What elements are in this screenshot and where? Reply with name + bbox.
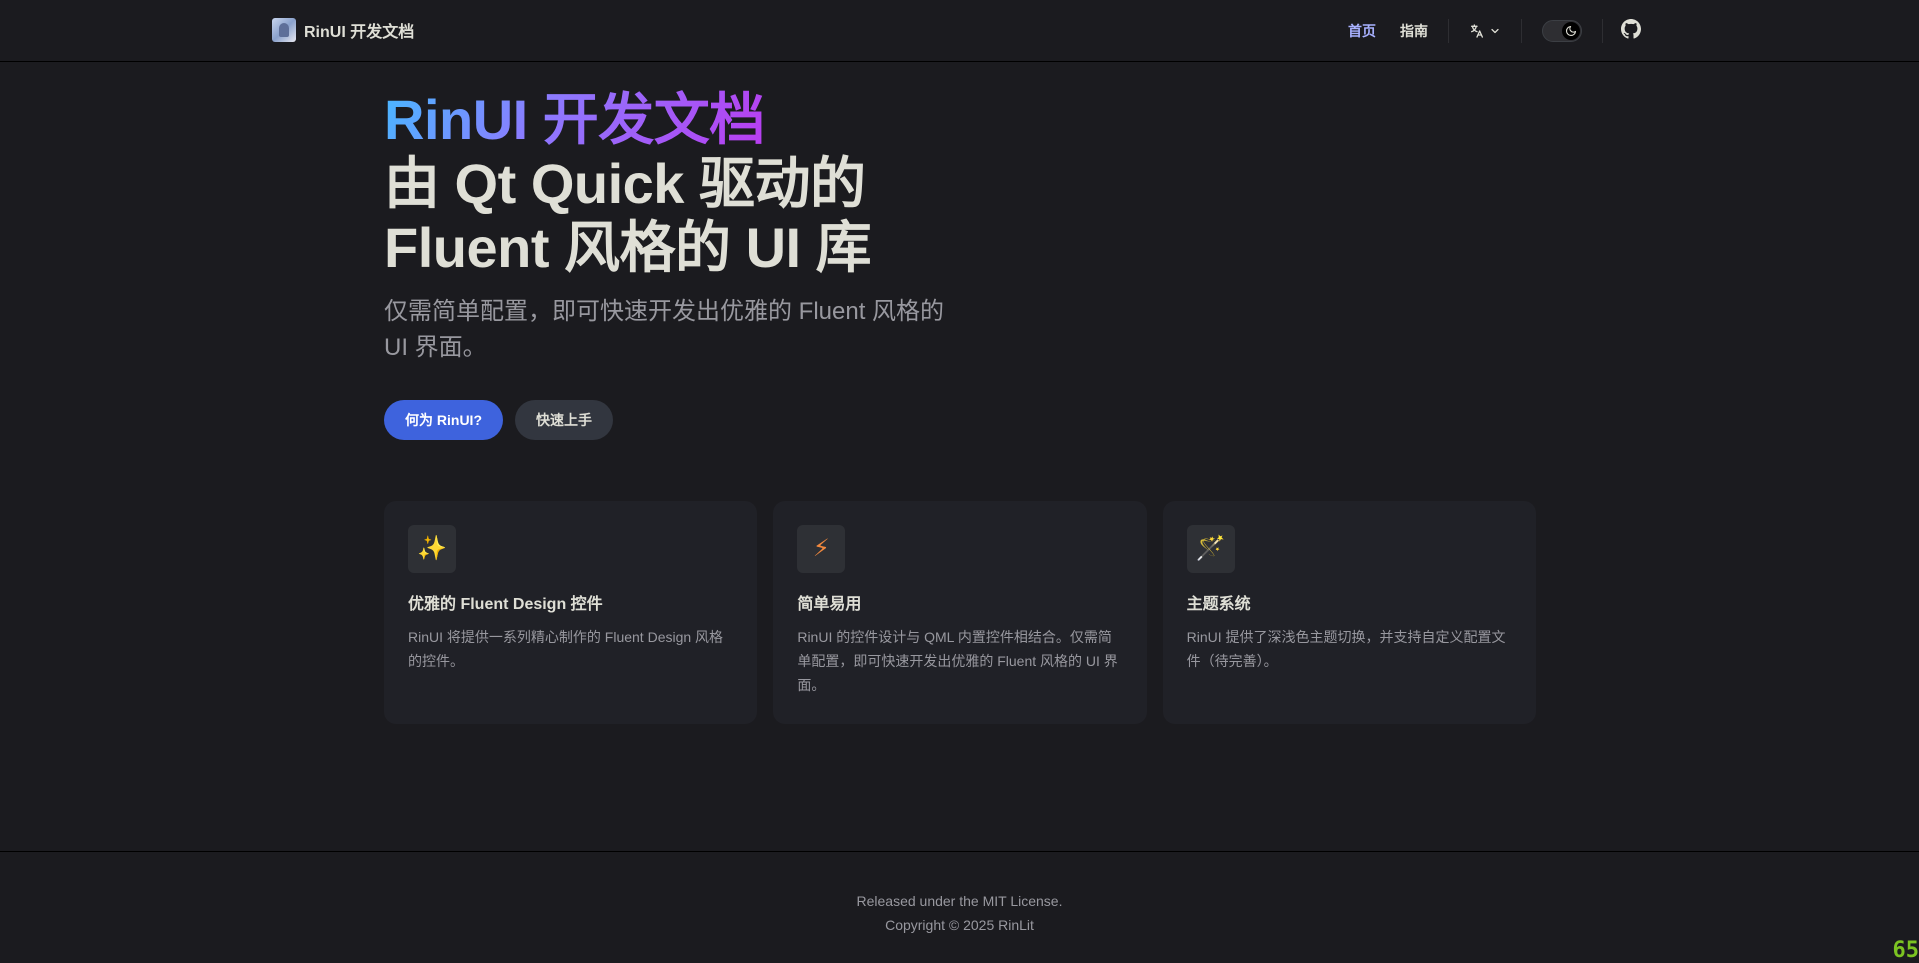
nav-link-guide[interactable]: 指南 — [1388, 0, 1440, 62]
theme-toggle-switch[interactable] — [1542, 20, 1582, 42]
brand-logo — [272, 18, 296, 42]
features-section: ✨ 优雅的 Fluent Design 控件 RinUI 将提供一系列精心制作的… — [384, 501, 1536, 724]
feature-details: RinUI 的控件设计与 QML 内置控件相结合。仅需简单配置，即可快速开发出优… — [797, 625, 1122, 697]
corner-counter-badge: 65 — [1893, 938, 1919, 963]
brand-title: RinUI 开发文档 — [304, 18, 414, 42]
language-menu-button[interactable] — [1457, 11, 1513, 51]
hero-name: RinUI 开发文档 — [384, 88, 765, 152]
brand-home-link[interactable]: RinUI 开发文档 — [272, 18, 414, 42]
footer-copyright: Copyright © 2025 RinLit — [0, 913, 1919, 937]
nav-divider — [1448, 19, 1449, 43]
feature-card: ⚡ 简单易用 RinUI 的控件设计与 QML 内置控件相结合。仅需简单配置，即… — [773, 501, 1146, 724]
hero-actions: 何为 RinUI? 快速上手 — [384, 400, 1084, 440]
magic-wand-icon: 🪄 — [1187, 525, 1235, 573]
feature-card: 🪄 主题系统 RinUI 提供了深浅色主题切换，并支持自定义配置文件（待完善）。 — [1163, 501, 1536, 724]
nav-link-home[interactable]: 首页 — [1336, 0, 1388, 62]
top-navbar: RinUI 开发文档 首页 指南 — [0, 0, 1919, 62]
nav-divider — [1521, 19, 1522, 43]
nav-divider — [1602, 19, 1603, 43]
feature-title: 优雅的 Fluent Design 控件 — [408, 593, 733, 617]
hero-text-line1: 由 Qt Quick 驱动的 — [384, 152, 944, 216]
feature-details: RinUI 将提供一系列精心制作的 Fluent Design 风格的控件。 — [408, 625, 733, 673]
feature-details: RinUI 提供了深浅色主题切换，并支持自定义配置文件（待完善）。 — [1187, 625, 1512, 673]
what-is-rinui-button[interactable]: 何为 RinUI? — [384, 400, 503, 440]
quick-start-button[interactable]: 快速上手 — [515, 400, 613, 440]
sparkles-icon: ✨ — [408, 525, 456, 573]
chevron-down-icon — [1489, 25, 1501, 37]
lightning-icon: ⚡ — [797, 525, 845, 573]
translate-icon — [1469, 23, 1485, 39]
moon-icon — [1562, 22, 1580, 40]
page-footer: Released under the MIT License. Copyrigh… — [0, 851, 1919, 955]
hero-text-line2: Fluent 风格的 UI 库 — [384, 216, 944, 280]
feature-card: ✨ 优雅的 Fluent Design 控件 RinUI 将提供一系列精心制作的… — [384, 501, 757, 724]
hero-section: RinUI 开发文档 由 Qt Quick 驱动的 Fluent 风格的 UI … — [384, 88, 1084, 440]
github-link[interactable] — [1611, 11, 1651, 51]
hero-tagline: 仅需简单配置，即可快速开发出优雅的 Fluent 风格的 UI 界面。 — [384, 294, 964, 366]
feature-title: 简单易用 — [797, 593, 1122, 617]
footer-license: Released under the MIT License. — [0, 889, 1919, 913]
feature-title: 主题系统 — [1187, 593, 1512, 617]
github-icon — [1621, 19, 1641, 44]
nav-right-group: 首页 指南 — [1336, 0, 1651, 62]
